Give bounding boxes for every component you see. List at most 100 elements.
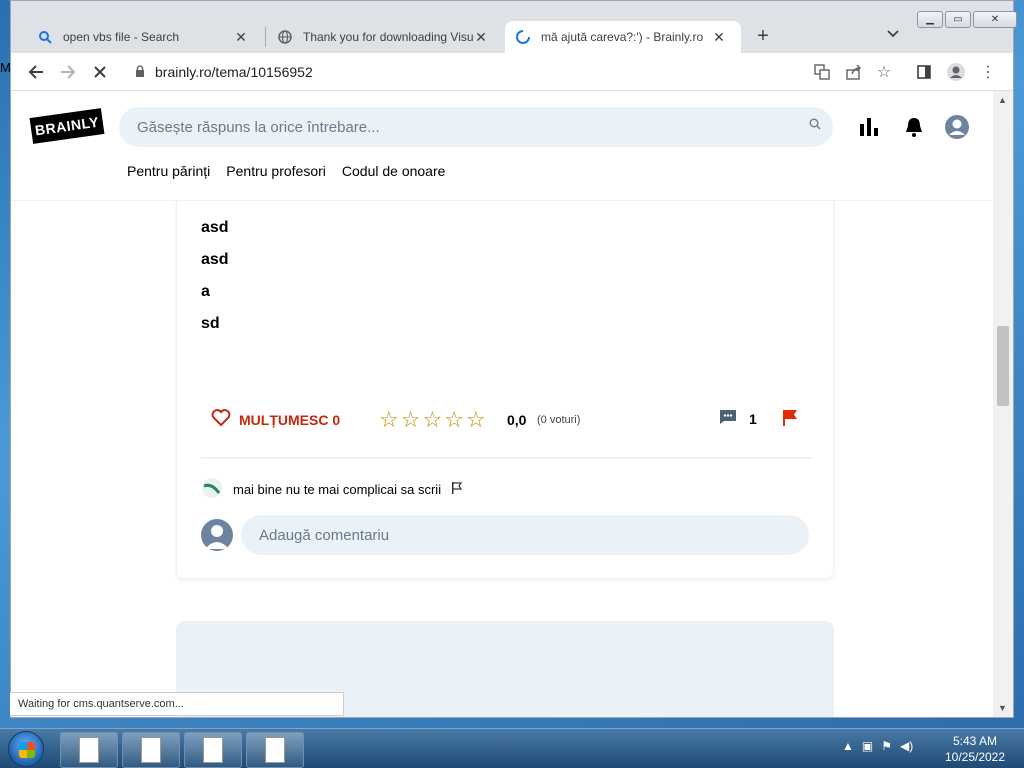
- share-icon[interactable]: [843, 61, 865, 83]
- show-hidden-icons-icon[interactable]: ▲: [842, 739, 854, 753]
- star-icon[interactable]: ☆: [444, 407, 464, 433]
- answer-line: sd: [201, 315, 220, 332]
- answer-actions: MULȚUMESC 0 ☆ ☆ ☆ ☆ ☆ 0,0 (0 voturi) 1: [201, 399, 811, 459]
- scrollbar-thumb[interactable]: [997, 326, 1009, 406]
- close-tab-icon[interactable]: ✕: [233, 29, 249, 46]
- close-window-button[interactable]: ✕: [973, 11, 1017, 28]
- site-nav: Pentru părinți Pentru profesori Codul de…: [127, 163, 445, 179]
- add-comment-placeholder: Adaugă comentariu: [259, 526, 390, 544]
- status-text: Waiting for cms.quantserve.com...: [18, 698, 184, 710]
- globe-icon: [277, 29, 293, 45]
- close-tab-icon[interactable]: ✕: [711, 29, 727, 46]
- star-icon[interactable]: ☆: [401, 407, 421, 433]
- nav-honor-code[interactable]: Codul de onoare: [342, 163, 446, 179]
- search-icon[interactable]: [809, 118, 821, 133]
- address-bar[interactable]: brainly.ro/tema/10156952: [123, 57, 813, 87]
- page-scrollbar[interactable]: ▲ ▼: [993, 91, 1013, 717]
- site-search-input[interactable]: Găsește răspuns la orice întrebare...: [119, 107, 833, 147]
- start-button[interactable]: [8, 731, 44, 767]
- report-comment-flag-icon[interactable]: [451, 482, 463, 497]
- star-icon[interactable]: ☆: [422, 407, 442, 433]
- heart-icon: [211, 409, 231, 430]
- current-user-avatar-icon: [201, 519, 233, 551]
- votes-count: (0 voturi): [537, 414, 581, 426]
- scroll-down-arrow-icon[interactable]: ▼: [998, 703, 1007, 713]
- clock-date: 10/25/2022: [944, 750, 1006, 764]
- thanks-label: MULȚUMESC 0: [239, 411, 341, 428]
- browser-toolbar: brainly.ro/tema/10156952 ☆ ⋮: [11, 53, 1013, 91]
- stats-icon[interactable]: [855, 113, 883, 141]
- rating-stars: ☆ ☆ ☆ ☆ ☆: [379, 407, 486, 433]
- document-icon: [79, 737, 99, 763]
- volume-icon[interactable]: ◀): [900, 739, 913, 753]
- thanks-button[interactable]: MULȚUMESC 0: [211, 409, 340, 430]
- page-content: BRAINLY Găsește răspuns la orice întreba…: [11, 91, 993, 717]
- answer-line: a: [201, 283, 210, 300]
- comment-item: mai bine nu te mai complicai sa scrii: [201, 477, 463, 502]
- side-panel-icon[interactable]: [913, 61, 935, 83]
- taskbar-app[interactable]: [246, 732, 304, 768]
- tab-brainly[interactable]: mă ajută careva?:') - Brainly.ro ✕: [505, 21, 741, 53]
- new-tab-button[interactable]: +: [751, 25, 775, 48]
- add-comment-input[interactable]: Adaugă comentariu: [241, 515, 809, 555]
- profile-avatar-icon[interactable]: [945, 61, 967, 83]
- star-icon[interactable]: ☆: [379, 407, 399, 433]
- star-icon[interactable]: ☆: [466, 407, 486, 433]
- rating-value: 0,0: [507, 412, 527, 428]
- close-tab-icon[interactable]: ✕: [473, 29, 489, 46]
- lock-icon: [135, 64, 145, 80]
- answer-card: asd asd a sd MULȚUMESC 0 ☆ ☆ ☆ ☆ ☆ 0,0 (…: [176, 201, 834, 579]
- taskbar-app[interactable]: [122, 732, 180, 768]
- tab-title: mă ajută careva?:') - Brainly.ro: [541, 30, 704, 44]
- answer-line: asd: [201, 219, 229, 236]
- comments-toggle[interactable]: 1: [719, 409, 757, 428]
- tab-title: Thank you for downloading Visual: [303, 30, 473, 44]
- comment-count: 1: [749, 410, 757, 427]
- action-center-icon[interactable]: ⚑: [881, 739, 892, 753]
- maximize-button[interactable]: ▭: [945, 11, 971, 28]
- document-icon: [265, 737, 285, 763]
- comment-text: mai bine nu te mai complicai sa scrii: [233, 482, 442, 497]
- back-button[interactable]: [25, 61, 47, 83]
- status-bar: Waiting for cms.quantserve.com...: [10, 692, 344, 716]
- stop-loading-button[interactable]: [89, 61, 111, 83]
- system-tray: ▲ ▣ ⚑ ◀): [842, 739, 913, 753]
- taskbar: ▲ ▣ ⚑ ◀) 5:43 AM 10/25/2022: [0, 728, 1024, 768]
- loading-spinner-icon: [515, 29, 531, 45]
- url-text: brainly.ro/tema/10156952: [155, 64, 313, 80]
- taskbar-app[interactable]: [60, 732, 118, 768]
- browser-window: open vbs file - Search ✕ Thank you for d…: [10, 0, 1017, 718]
- tab-divider: [265, 27, 266, 47]
- bell-icon[interactable]: [900, 113, 928, 141]
- search-icon: [37, 29, 53, 45]
- document-icon: [203, 737, 223, 763]
- site-header: BRAINLY Găsește răspuns la orice întreba…: [11, 91, 993, 201]
- menu-dots-icon[interactable]: ⋮: [977, 61, 999, 83]
- answer-line: asd: [201, 251, 229, 268]
- nav-parents[interactable]: Pentru părinți: [127, 163, 210, 179]
- window-controls: ▁ ▭ ✕: [917, 11, 1017, 28]
- user-avatar-icon[interactable]: [943, 113, 971, 141]
- brainly-logo[interactable]: BRAINLY: [29, 108, 105, 144]
- document-icon: [141, 737, 161, 763]
- search-placeholder: Găsește răspuns la orice întrebare...: [137, 118, 380, 136]
- taskbar-app[interactable]: [184, 732, 242, 768]
- tab-strip: open vbs file - Search ✕ Thank you for d…: [11, 1, 1017, 53]
- scroll-up-arrow-icon[interactable]: ▲: [998, 95, 1007, 105]
- tab-download[interactable]: Thank you for downloading Visual ✕: [267, 21, 503, 53]
- tab-search[interactable]: open vbs file - Search ✕: [27, 21, 263, 53]
- minimize-button[interactable]: ▁: [917, 11, 943, 28]
- clock[interactable]: 5:43 AM 10/25/2022: [940, 733, 1010, 765]
- translate-icon[interactable]: [811, 61, 833, 83]
- bookmark-star-icon[interactable]: ☆: [873, 61, 895, 83]
- commenter-avatar-icon[interactable]: [201, 477, 223, 502]
- network-icon[interactable]: ▣: [862, 739, 873, 753]
- report-flag-icon[interactable]: [781, 409, 799, 432]
- comment-icon: [719, 409, 737, 428]
- nav-teachers[interactable]: Pentru profesori: [226, 163, 326, 179]
- tab-title: open vbs file - Search: [63, 30, 180, 44]
- forward-button[interactable]: [57, 61, 79, 83]
- clock-time: 5:43 AM: [952, 734, 998, 748]
- tab-search-chevron-icon[interactable]: [887, 27, 899, 41]
- add-comment-row: Adaugă comentariu: [201, 515, 811, 555]
